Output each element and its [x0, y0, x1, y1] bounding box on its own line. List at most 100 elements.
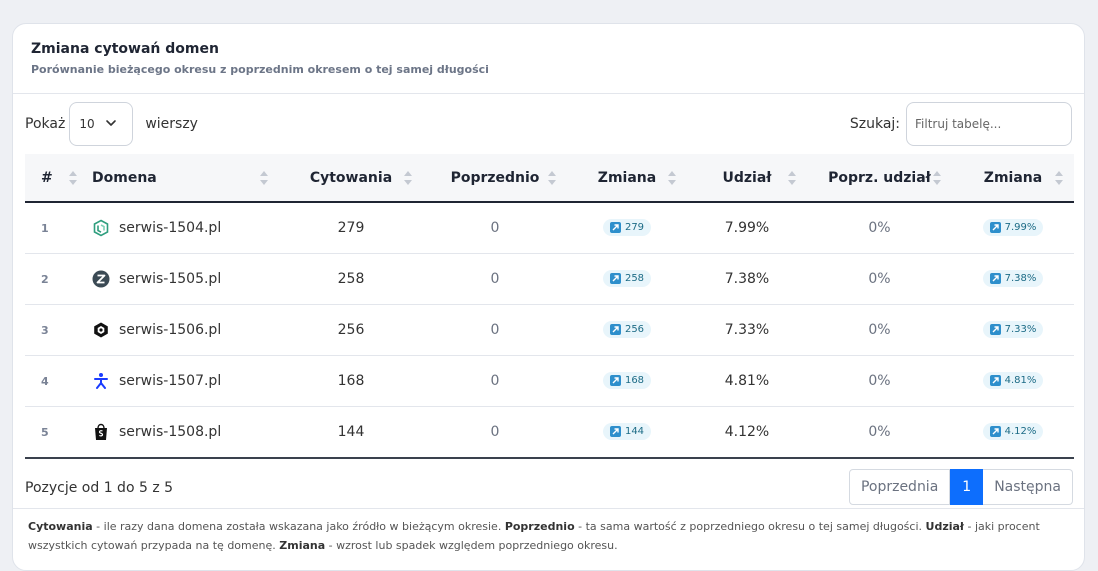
trend-up-icon	[609, 375, 621, 386]
page-length-control: Pokaż 10 wierszy	[25, 102, 198, 146]
show-label: Pokaż	[25, 116, 66, 132]
card-subtitle: Porównanie bieżącego okresu z poprzednim…	[31, 63, 489, 76]
share-change-cell: 7.38%	[952, 253, 1074, 305]
share-change-cell: 4.12%	[952, 406, 1074, 459]
trend-up-icon	[989, 375, 1001, 386]
change-badge: 279	[602, 219, 652, 236]
change-badge: 168	[602, 372, 652, 389]
domain-name[interactable]: serwis-1504.pl	[119, 220, 221, 236]
page-1-button[interactable]: 1	[950, 469, 984, 505]
change-badge: 258	[602, 270, 652, 287]
change-badge: 256	[602, 321, 652, 338]
rows-label: wierszy	[145, 116, 198, 132]
share-change-cell: 7.33%	[952, 304, 1074, 356]
domain-cell: serwis-1506.pl	[88, 304, 279, 356]
citations-card: Zmiana cytowań domen Porównanie bieżąceg…	[12, 23, 1085, 571]
share-cell: 7.38%	[687, 253, 807, 305]
page-length-value: 10	[79, 117, 95, 131]
trend-up-icon	[609, 222, 621, 233]
lion-logo-icon	[92, 321, 110, 339]
citations-cell: 144	[279, 406, 423, 459]
sort-icon	[404, 171, 412, 185]
domain-name[interactable]: serwis-1505.pl	[119, 271, 221, 287]
row-number: 4	[25, 355, 88, 407]
table-row: 4 serwis-1507.pl 168 0 168 4.81% 0% 4.81…	[25, 355, 1074, 407]
table-row: 3 serwis-1506.pl 256 0 256 7.33% 0% 7.33…	[25, 304, 1074, 356]
table-row: 1 serwis-1504.pl 279 0 279 7.99% 0% 7.99…	[25, 202, 1074, 254]
sort-icon	[933, 171, 941, 185]
note-desc-previous: - ta sama wartość z poprzedniego okresu …	[574, 520, 926, 533]
trend-up-icon	[989, 324, 1001, 335]
next-page-button[interactable]: Następna	[983, 469, 1073, 505]
share-change-cell: 4.81%	[952, 355, 1074, 407]
chevron-down-icon	[106, 120, 117, 126]
row-number: 5	[25, 406, 88, 459]
note-term-change: Zmiana	[279, 539, 326, 552]
sort-icon	[69, 171, 77, 185]
citations-cell: 168	[279, 355, 423, 407]
col-header-number[interactable]: #	[25, 154, 88, 203]
legend-note: Cytowania - ile razy dana domena została…	[13, 508, 1084, 555]
share-change-badge: 7.33%	[982, 321, 1044, 338]
trend-up-icon	[989, 273, 1001, 284]
sort-icon	[260, 171, 268, 185]
prev-share-cell: 0%	[807, 253, 952, 305]
previous-cell: 0	[423, 253, 567, 305]
prev-share-cell: 0%	[807, 406, 952, 459]
col-header-previous[interactable]: Poprzednio	[423, 154, 567, 203]
previous-cell: 0	[423, 202, 567, 254]
note-term-previous: Poprzednio	[504, 520, 575, 533]
page-length-select[interactable]: 10	[69, 102, 134, 146]
col-header-prev-share[interactable]: Poprz. udział	[807, 154, 952, 203]
domains-table: # Domena Cytowania Poprzednio Zmiana Udz…	[25, 154, 1074, 459]
citations-cell: 279	[279, 202, 423, 254]
pagination: Poprzednia 1 Następna	[848, 469, 1073, 505]
previous-cell: 0	[423, 355, 567, 407]
share-change-badge: 7.38%	[982, 270, 1044, 287]
share-change-badge: 7.99%	[982, 219, 1044, 236]
table-header-row: # Domena Cytowania Poprzednio Zmiana Udz…	[25, 154, 1074, 203]
sort-icon	[788, 171, 796, 185]
col-header-share-change[interactable]: Zmiana	[952, 154, 1074, 203]
row-number: 1	[25, 202, 88, 254]
hex-logo-icon	[92, 219, 110, 237]
col-header-citations[interactable]: Cytowania	[279, 154, 423, 203]
citations-cell: 256	[279, 304, 423, 356]
person-logo-icon	[92, 372, 110, 390]
row-number: 3	[25, 304, 88, 356]
trend-up-icon	[609, 324, 621, 335]
card-title: Zmiana cytowań domen	[31, 41, 219, 57]
search-input[interactable]	[906, 102, 1072, 146]
domain-name[interactable]: serwis-1508.pl	[119, 424, 221, 440]
note-term-share: Udział	[925, 520, 964, 533]
search-label: Szukaj:	[849, 116, 900, 132]
table-controls: Pokaż 10 wierszy Szukaj:	[25, 102, 1072, 146]
col-header-share[interactable]: Udział	[687, 154, 807, 203]
col-header-change[interactable]: Zmiana	[567, 154, 687, 203]
domain-name[interactable]: serwis-1507.pl	[119, 373, 221, 389]
trend-up-icon	[609, 426, 621, 437]
z-logo-icon	[92, 270, 110, 288]
domain-cell: serwis-1505.pl	[88, 253, 279, 305]
sort-icon	[1055, 171, 1063, 185]
sort-icon	[548, 171, 556, 185]
domain-cell: serwis-1504.pl	[88, 202, 279, 254]
previous-page-button[interactable]: Poprzednia	[848, 469, 951, 505]
card-header: Zmiana cytowań domen Porównanie bieżąceg…	[13, 24, 1084, 94]
share-cell: 7.33%	[687, 304, 807, 356]
share-change-badge: 4.81%	[982, 372, 1044, 389]
sort-icon	[668, 171, 676, 185]
col-header-domain[interactable]: Domena	[88, 154, 279, 203]
domain-cell: serwis-1507.pl	[88, 355, 279, 407]
prev-share-cell: 0%	[807, 355, 952, 407]
trend-up-icon	[989, 222, 1001, 233]
change-cell: 258	[567, 253, 687, 305]
table-row: 2 serwis-1505.pl 258 0 258 7.38% 0% 7.38…	[25, 253, 1074, 305]
previous-cell: 0	[423, 406, 567, 459]
share-cell: 4.81%	[687, 355, 807, 407]
domain-cell: serwis-1508.pl	[88, 406, 279, 459]
domain-name[interactable]: serwis-1506.pl	[119, 322, 221, 338]
table-info: Pozycje od 1 do 5 z 5	[25, 480, 174, 496]
trend-up-icon	[609, 273, 621, 284]
change-badge: 144	[602, 423, 652, 440]
